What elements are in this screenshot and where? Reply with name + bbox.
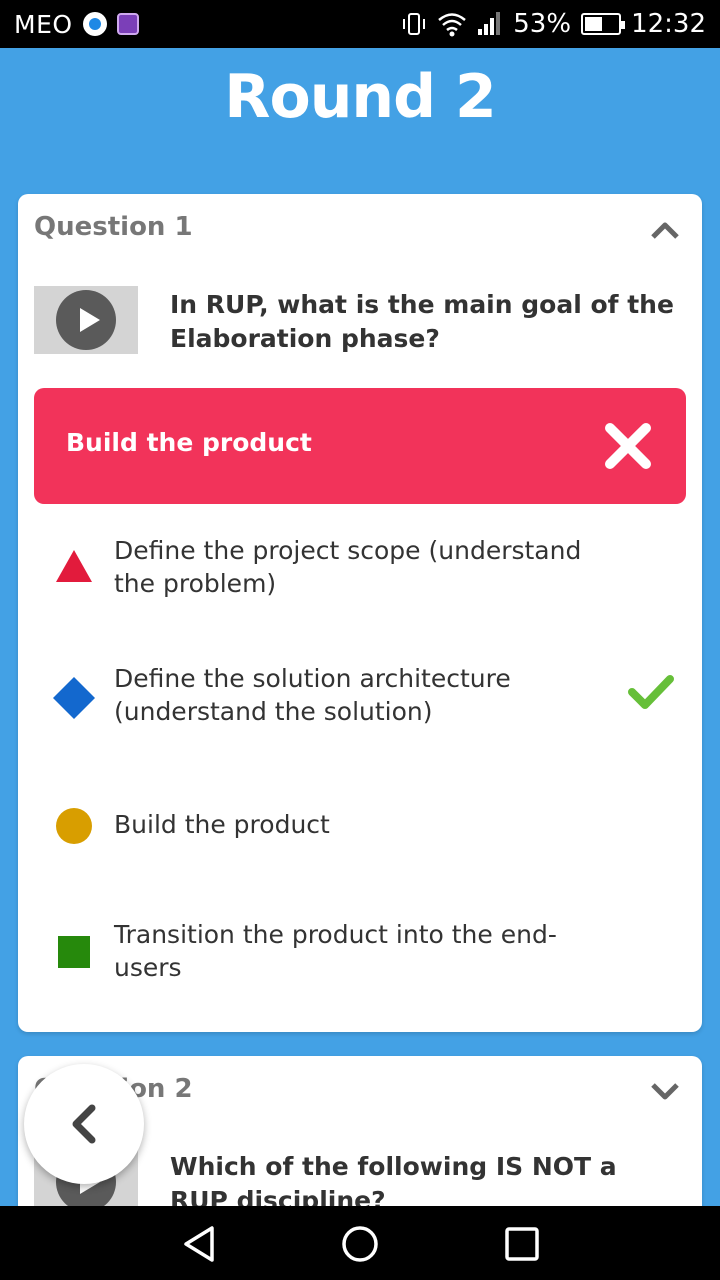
answer-option-text: Define the solution architecture (unders…	[114, 664, 511, 726]
answer-option-text: Build the product	[114, 810, 330, 839]
selected-answer-text: Build the product	[66, 428, 312, 457]
wifi-icon	[438, 13, 467, 37]
round-title: Round 2	[224, 62, 496, 132]
answer-option-text: Transition the product into the end-user…	[114, 920, 557, 982]
home-circle-icon[interactable]	[340, 1224, 380, 1264]
triangle-icon	[56, 550, 92, 582]
chevron-down-icon[interactable]	[650, 1082, 680, 1102]
chevron-up-icon[interactable]	[650, 220, 680, 240]
battery-percent: 53%	[513, 9, 572, 39]
system-nav-bar	[0, 1206, 720, 1280]
video-thumbnail[interactable]	[34, 286, 138, 354]
recents-square-icon[interactable]	[502, 1224, 542, 1264]
square-icon	[58, 936, 90, 968]
gallery-notification-icon	[116, 13, 139, 35]
circle-icon	[56, 808, 92, 844]
question-card-1: Question 1 In RUP, what is the main goal…	[18, 194, 702, 1032]
chevron-left-icon	[72, 1104, 96, 1144]
diamond-icon	[53, 677, 95, 719]
battery-icon	[581, 13, 626, 35]
clock: 12:32	[631, 9, 706, 39]
carrier-label: MEO	[14, 9, 73, 39]
close-icon	[605, 423, 651, 469]
back-button[interactable]	[24, 1064, 144, 1184]
back-triangle-icon[interactable]	[180, 1224, 220, 1264]
signal-icon	[478, 12, 501, 35]
play-icon[interactable]	[56, 290, 116, 350]
vibrate-icon	[403, 13, 426, 35]
answer-option-text: Define the project scope (understand the…	[114, 536, 582, 598]
question-text: In RUP, what is the main goal of the Ela…	[170, 290, 674, 353]
meo-app-icon	[82, 12, 107, 36]
selected-answer-banner: Build the product	[34, 388, 686, 504]
status-bar: MEO 53% 12:32	[0, 0, 720, 48]
question-label: Question 1	[34, 212, 193, 242]
checkmark-icon	[628, 675, 674, 709]
